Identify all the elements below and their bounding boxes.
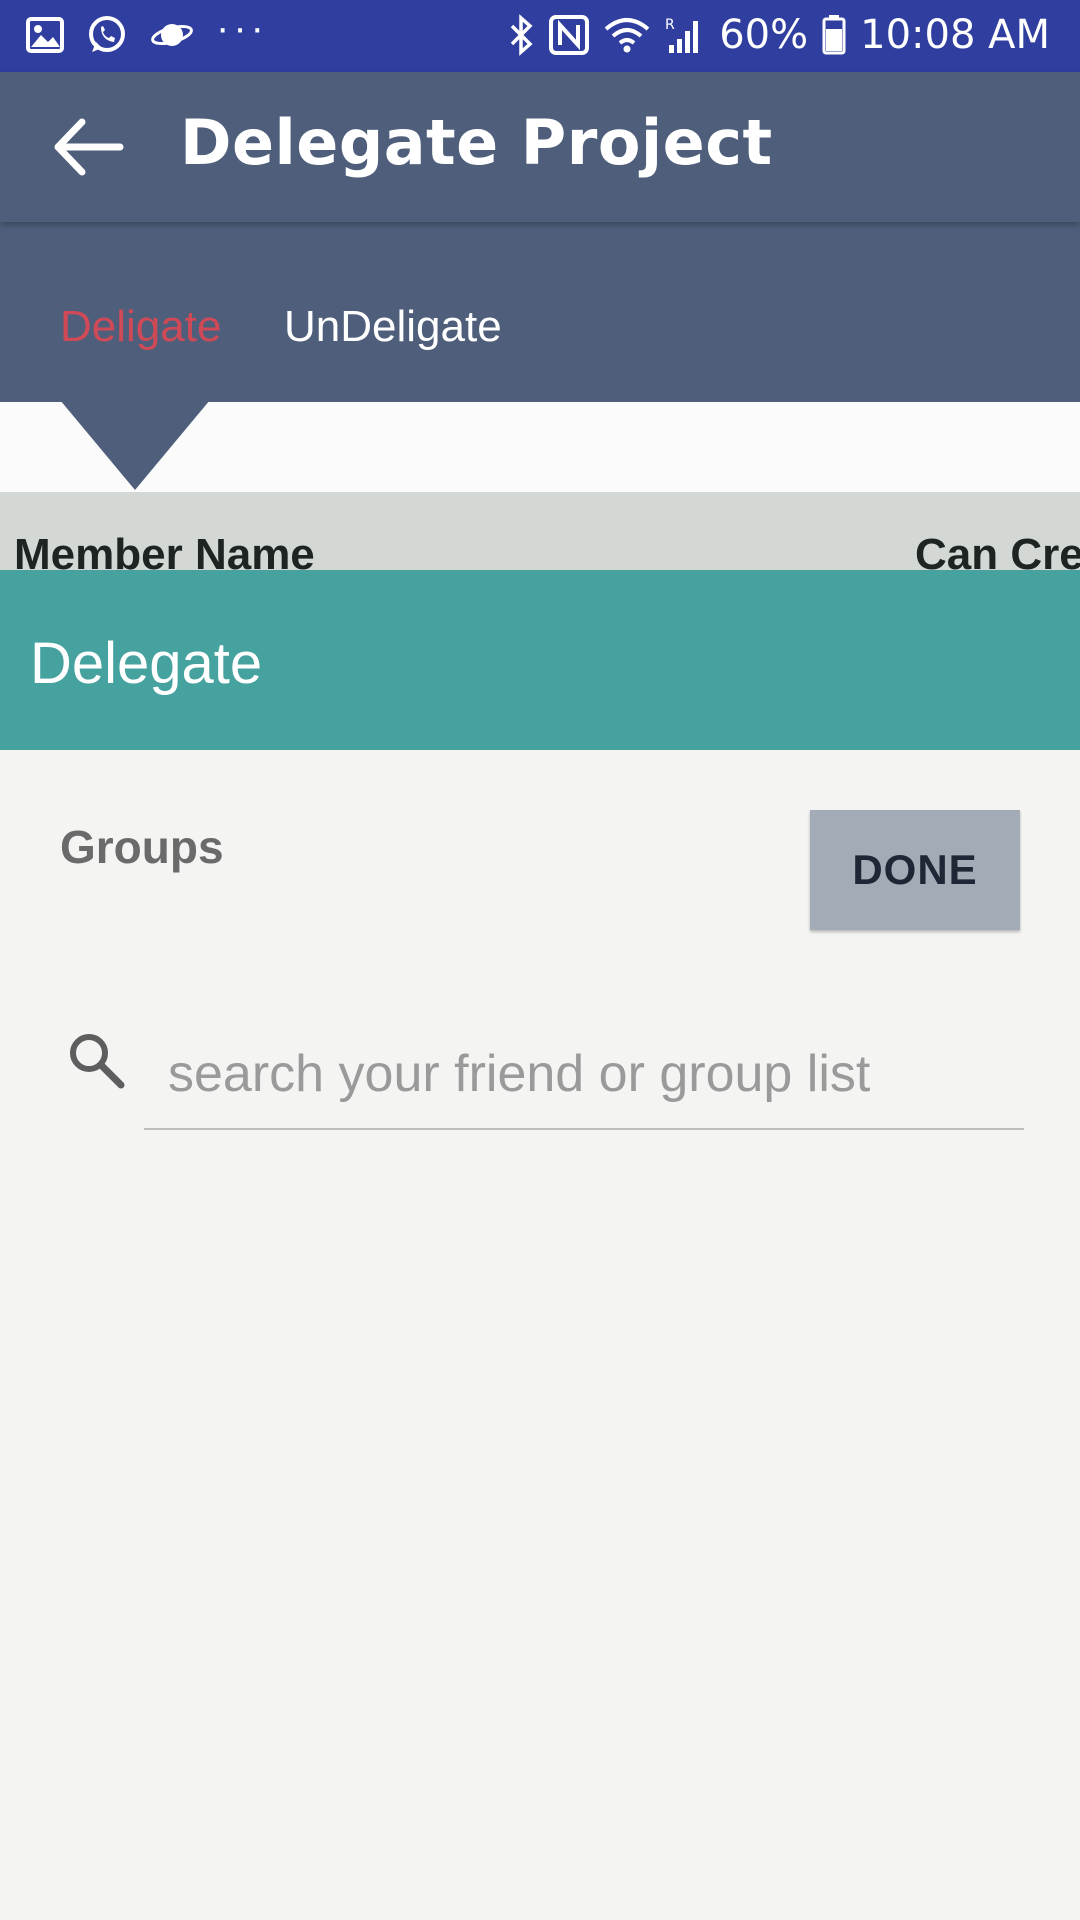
nfc-icon: [549, 15, 590, 55]
tab-undeligate[interactable]: UnDeligate: [284, 302, 502, 352]
tab-deligate[interactable]: Deligate: [60, 302, 221, 352]
search-input[interactable]: [144, 1020, 1024, 1130]
battery-percent: 60%: [719, 12, 809, 58]
app-bar: Delegate Project: [0, 72, 1080, 222]
gallery-icon: [26, 17, 64, 53]
dialog-header: Delegate: [0, 570, 1080, 750]
wifi-icon: [604, 18, 650, 53]
back-arrow-icon[interactable]: [52, 116, 124, 178]
status-right-icons: R 60% 10:08 AM: [509, 12, 1050, 58]
bluetooth-icon: [510, 14, 533, 56]
column-header-can-create: Can Crea: [915, 530, 1080, 570]
dialog-title: Delegate: [30, 631, 263, 696]
battery-icon: [822, 15, 846, 55]
signal-icon: R: [665, 17, 699, 53]
groups-label: Groups: [60, 821, 224, 873]
done-button[interactable]: DONE: [810, 810, 1020, 930]
svg-text:R: R: [665, 17, 675, 33]
whatsapp-icon: [89, 16, 125, 52]
clock: 10:08 AM: [860, 12, 1050, 58]
table-header: Member Name Can Crea: [0, 492, 1080, 570]
page-title: Delegate Project: [180, 106, 773, 179]
status-bar: ··· R 60% 10:08 AM: [0, 0, 1080, 72]
search-icon: [70, 1034, 125, 1089]
active-tab-indicator: [60, 400, 210, 490]
status-left-icons: ···: [26, 8, 268, 56]
tab-bar: Deligate UnDeligate: [0, 222, 1080, 402]
more-dots-icon: ···: [216, 6, 268, 50]
saturn-icon: [151, 24, 193, 46]
column-header-member-name: Member Name: [14, 530, 315, 570]
